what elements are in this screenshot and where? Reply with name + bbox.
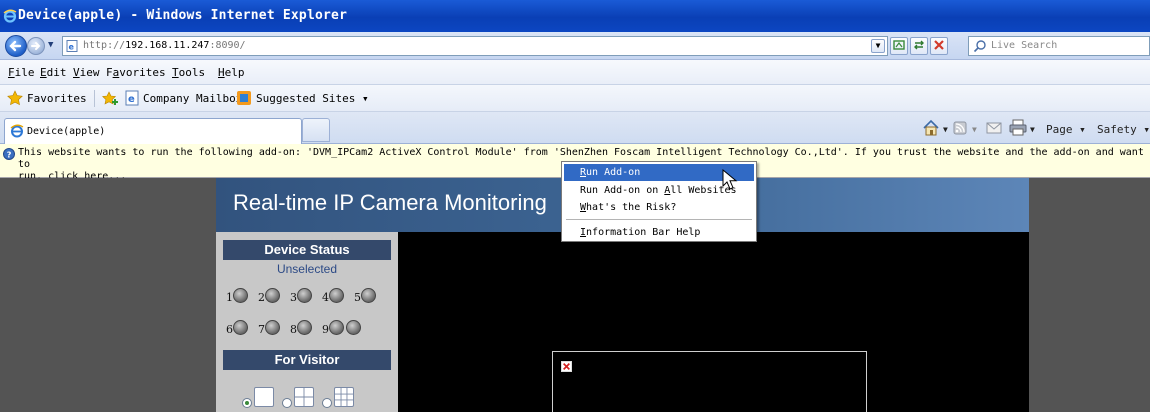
menu-edit[interactable]: Edit <box>40 66 67 79</box>
print-icon[interactable] <box>1009 119 1027 136</box>
suggested-sites-icon <box>237 91 251 105</box>
device-status-heading: Device Status <box>223 240 391 260</box>
address-dropdown-button[interactable]: ▼ <box>871 39 885 53</box>
activex-placeholder[interactable] <box>552 351 867 412</box>
compatibility-icon <box>893 40 905 50</box>
broken-image-icon <box>561 361 572 372</box>
ie-page-icon: e <box>125 90 139 106</box>
stop-button[interactable] <box>930 37 948 55</box>
device-status-value: Unselected <box>276 262 338 276</box>
favorites-button[interactable]: Favorites <box>27 92 87 105</box>
page-title: Real-time IP Camera Monitoring <box>233 190 547 215</box>
menu-separator <box>566 219 752 220</box>
suggested-sites-link[interactable]: Suggested Sites ▾ <box>256 92 369 105</box>
address-input[interactable]: e http://192.168.11.247:8090/ <box>62 36 888 56</box>
refresh-button[interactable] <box>910 37 928 55</box>
close-icon <box>934 40 944 50</box>
layout-9-radio[interactable] <box>322 398 332 408</box>
add-to-favorites-icon[interactable] <box>102 90 118 106</box>
menu-whats-the-risk[interactable]: What's the Risk? <box>564 199 754 216</box>
menu-bar: File Edit View Favorites Tools Help <box>0 60 1150 85</box>
back-button[interactable] <box>5 35 27 57</box>
home-dropdown-icon[interactable]: ▼ <box>943 125 948 134</box>
ie-logo-icon <box>10 124 24 138</box>
arrow-left-icon <box>9 40 22 52</box>
search-placeholder: Live Search <box>991 40 1058 51</box>
page-menu-button[interactable]: Page ▾ <box>1046 123 1086 136</box>
toolbar-divider <box>94 90 95 107</box>
menu-tools[interactable]: Tools <box>172 66 205 79</box>
feeds-dropdown-icon[interactable]: ▼ <box>972 125 977 134</box>
tab-label: Device(apple) <box>27 126 106 137</box>
tab-device-apple[interactable]: Device(apple) <box>4 118 302 144</box>
recent-pages-dropdown[interactable]: ▼ <box>48 40 53 50</box>
svg-text:e: e <box>128 94 135 105</box>
menu-view[interactable]: View <box>73 66 100 79</box>
company-mailbox-link[interactable]: Company Mailbox <box>143 92 242 105</box>
for-visitor-heading: For Visitor <box>223 350 391 370</box>
title-bar: Device(apple) - Windows Internet Explore… <box>0 0 1150 32</box>
mouse-cursor-icon <box>722 169 738 190</box>
mail-icon[interactable] <box>986 121 1002 135</box>
menu-file[interactable]: File <box>8 66 35 79</box>
quad-view-icon <box>294 387 314 407</box>
device-sidebar: Device Status Unselected 1 2 3 4 5 6 7 8… <box>216 232 398 412</box>
favorites-bar: Favorites e Company Mailbox Suggested Si… <box>0 85 1150 112</box>
tab-row: Device(apple) ▼ ▼ ▼ Page ▾ Safety ▾ <box>0 112 1150 144</box>
url-text: http://192.168.11.247:8090/ <box>83 40 246 51</box>
ie-logo-icon <box>3 9 17 23</box>
info-shield-icon: ? <box>3 148 15 160</box>
refresh-icon <box>914 40 924 50</box>
star-icon <box>7 90 23 106</box>
menu-information-bar-help[interactable]: Information Bar Help <box>564 224 754 241</box>
svg-text:?: ? <box>7 151 12 160</box>
forward-button[interactable] <box>27 37 45 55</box>
nine-view-icon <box>334 387 354 407</box>
search-input[interactable]: Live Search <box>968 36 1150 56</box>
new-tab-button[interactable] <box>302 118 330 142</box>
address-bar: ▼ e http://192.168.11.247:8090/ ▼ Live S… <box>0 32 1150 60</box>
print-dropdown-icon[interactable]: ▼ <box>1030 125 1035 134</box>
home-icon[interactable] <box>921 118 941 138</box>
svg-text:e: e <box>69 43 75 52</box>
window-title: Device(apple) - Windows Internet Explore… <box>18 8 348 23</box>
search-icon <box>973 40 986 53</box>
safety-menu-button[interactable]: Safety ▾ <box>1097 123 1150 136</box>
layout-1-radio[interactable] <box>242 398 252 408</box>
compatibility-view-button[interactable] <box>890 37 908 55</box>
feeds-icon[interactable] <box>953 121 967 135</box>
menu-help[interactable]: Help <box>218 66 245 79</box>
layout-4-radio[interactable] <box>282 398 292 408</box>
single-view-icon <box>254 387 274 407</box>
ie-page-icon: e <box>66 40 78 52</box>
menu-favorites[interactable]: Favorites <box>106 66 166 79</box>
arrow-right-icon <box>31 42 41 50</box>
